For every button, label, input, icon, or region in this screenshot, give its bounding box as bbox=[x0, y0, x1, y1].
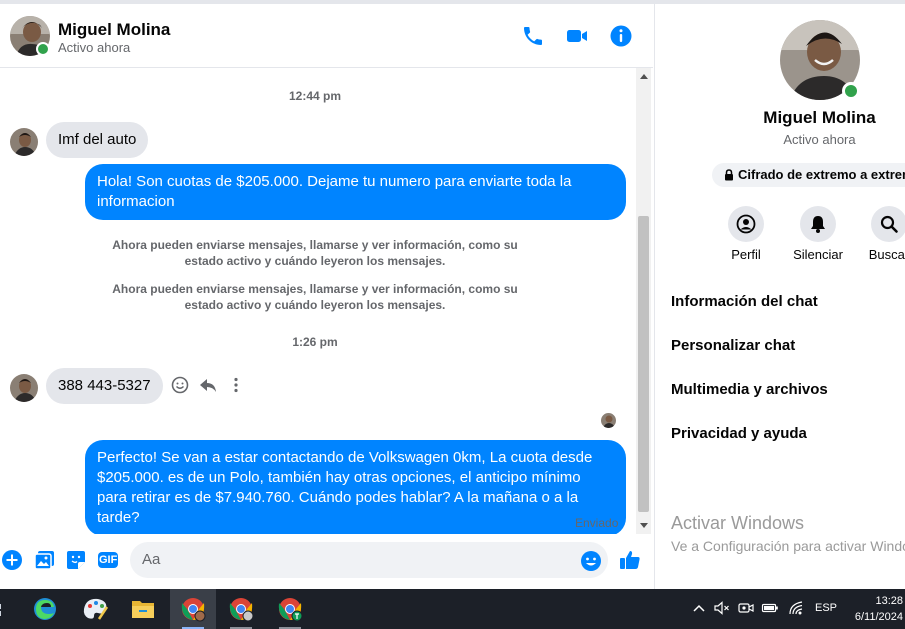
message-input-placeholder: Aa bbox=[142, 551, 161, 568]
reply-icon[interactable] bbox=[198, 375, 218, 395]
profile-action-label: Perfil bbox=[731, 247, 761, 262]
outgoing-message[interactable]: Hola! Son cuotas de $205.000. Dejame tu … bbox=[85, 164, 626, 220]
incoming-message[interactable]: Imf del auto bbox=[46, 122, 149, 158]
message-timestamp: 12:44 pm bbox=[288, 89, 342, 103]
chat-pane: Miguel Molina Activo ahora 12:44 pm Imf … bbox=[0, 4, 653, 589]
mute-action-label: Silenciar bbox=[793, 247, 843, 262]
profile-icon bbox=[736, 214, 756, 234]
info-contact-name: Miguel Molina bbox=[763, 108, 876, 127]
windows-activation-subtitle: Ve a Configuración para activar Windows. bbox=[671, 538, 905, 554]
menu-customize-chat[interactable]: Personalizar chat bbox=[671, 337, 795, 354]
bell-icon bbox=[811, 216, 825, 233]
scroll-up-arrow-icon[interactable] bbox=[640, 74, 648, 79]
system-message: Ahora pueden enviarse mensajes, llamarse… bbox=[112, 282, 518, 312]
clock-date: 6/11/2024 bbox=[854, 611, 903, 623]
profile-action[interactable]: Perfil bbox=[713, 206, 779, 262]
taskbar-edge-icon[interactable] bbox=[22, 589, 68, 629]
battery-icon[interactable] bbox=[761, 599, 779, 617]
online-indicator bbox=[842, 82, 860, 100]
incoming-message[interactable]: 388 443-5327 bbox=[46, 368, 163, 404]
taskbar-chrome-profile-icon[interactable] bbox=[218, 589, 264, 629]
contact-name[interactable]: Miguel Molina bbox=[58, 20, 170, 40]
input-language-indicator[interactable]: ESP bbox=[815, 602, 837, 614]
start-button-edge[interactable] bbox=[0, 603, 2, 616]
scroll-down-arrow-icon[interactable] bbox=[640, 523, 648, 528]
sender-avatar[interactable] bbox=[10, 128, 38, 156]
info-contact-status: Activo ahora bbox=[783, 132, 856, 147]
photo-icon[interactable] bbox=[33, 548, 57, 572]
windows-activation-title: Activar Windows bbox=[671, 513, 805, 533]
search-icon bbox=[880, 215, 898, 233]
phone-icon[interactable] bbox=[521, 24, 545, 48]
delivery-status: Enviado bbox=[575, 516, 619, 530]
system-message: Ahora pueden enviarse mensajes, llamarse… bbox=[112, 238, 518, 268]
scroll-thumb[interactable] bbox=[638, 216, 649, 512]
chat-header: Miguel Molina Activo ahora bbox=[0, 4, 653, 68]
taskbar-paint-icon[interactable] bbox=[72, 589, 118, 629]
gif-label: GIF bbox=[99, 554, 118, 566]
thumbs-up-icon[interactable] bbox=[618, 548, 642, 572]
clock-time: 13:28 bbox=[875, 595, 903, 607]
search-action-label: Buscar bbox=[868, 247, 905, 262]
composer: GIF Aa bbox=[0, 534, 653, 589]
system-clock[interactable]: 13:28 6/11/2024 bbox=[848, 593, 903, 625]
read-receipt-avatar bbox=[601, 413, 616, 428]
encryption-badge[interactable]: Cifrado de extremo a extremo bbox=[712, 163, 905, 187]
menu-media-files[interactable]: Multimedia y archivos bbox=[671, 381, 828, 398]
windows-taskbar: ESP 13:28 6/11/2024 bbox=[0, 589, 905, 629]
message-timestamp: 1:26 pm bbox=[292, 335, 338, 349]
taskbar-file-explorer-icon[interactable] bbox=[120, 589, 166, 629]
message-input[interactable]: Aa bbox=[130, 542, 608, 578]
react-emoji-icon[interactable] bbox=[170, 375, 190, 395]
taskbar-chrome-t-profile-icon[interactable] bbox=[267, 589, 313, 629]
show-hidden-icons-chevron-up-icon[interactable] bbox=[690, 599, 708, 617]
search-action[interactable]: Buscar bbox=[856, 206, 905, 262]
camera-privacy-icon[interactable] bbox=[737, 599, 755, 617]
info-icon[interactable] bbox=[609, 24, 633, 48]
lock-icon bbox=[725, 169, 733, 181]
contact-status: Activo ahora bbox=[58, 40, 131, 55]
video-camera-icon[interactable] bbox=[565, 24, 589, 48]
menu-chat-info[interactable]: Información del chat bbox=[671, 293, 818, 310]
encryption-label: Cifrado de extremo a extremo bbox=[738, 167, 905, 182]
gif-icon[interactable]: GIF bbox=[96, 548, 120, 572]
message-list[interactable]: 12:44 pm Imf del auto Hola! Son cuotas d… bbox=[0, 68, 636, 534]
info-panel: Miguel Molina Activo ahora Cifrado de ex… bbox=[654, 4, 905, 589]
sender-avatar[interactable] bbox=[10, 374, 38, 402]
emoji-icon[interactable] bbox=[579, 549, 603, 573]
wifi-icon[interactable] bbox=[787, 599, 805, 617]
taskbar-chrome-icon[interactable] bbox=[170, 589, 216, 629]
more-options-icon[interactable] bbox=[226, 375, 246, 395]
message-scrollbar[interactable] bbox=[636, 68, 651, 534]
mute-action[interactable]: Silenciar bbox=[785, 206, 851, 262]
online-indicator bbox=[36, 42, 50, 56]
menu-privacy-help[interactable]: Privacidad y ayuda bbox=[671, 425, 807, 442]
outgoing-message[interactable]: Perfecto! Se van a estar contactando de … bbox=[85, 440, 626, 534]
sticker-icon[interactable] bbox=[64, 548, 88, 572]
volume-muted-icon[interactable] bbox=[713, 599, 731, 617]
plus-icon[interactable] bbox=[0, 548, 24, 572]
